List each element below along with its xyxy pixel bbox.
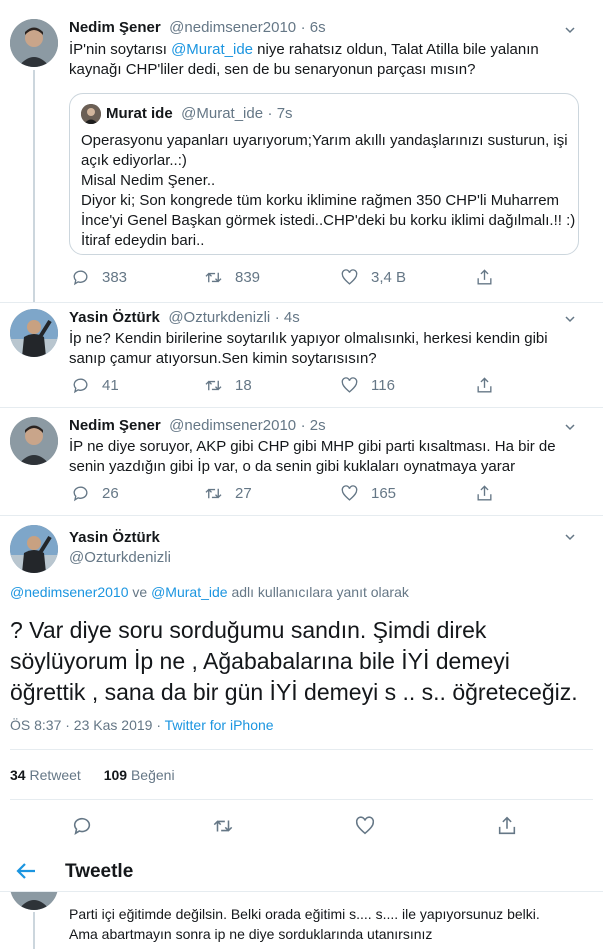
reply-count: 41 [102, 377, 119, 394]
retweet-count: 27 [235, 485, 252, 502]
avatar[interactable] [10, 417, 58, 465]
like-button[interactable]: 3,4 B [340, 268, 406, 287]
chevron-down-icon[interactable] [565, 314, 575, 324]
avatar[interactable] [10, 525, 58, 573]
retweet-button[interactable]: 839 [204, 268, 260, 287]
chevron-down-icon[interactable] [565, 532, 575, 542]
reply-count: 26 [102, 485, 119, 502]
reply-count: 383 [102, 269, 128, 286]
share-icon [477, 269, 492, 285]
quoted-tweet[interactable]: Murat ide @Murat_ide · 7s Operasyonu yap… [69, 93, 579, 255]
share-icon [498, 816, 516, 835]
like-count: 116 [371, 377, 395, 394]
author-name[interactable]: Nedim Şener [69, 19, 161, 36]
author-handle[interactable]: @Ozturkdenizli [168, 309, 270, 326]
reply-icon [73, 817, 91, 835]
divider [0, 302, 603, 303]
reply-button[interactable]: 26 [71, 484, 119, 503]
share-icon [477, 377, 492, 393]
like-button[interactable]: 165 [340, 484, 396, 503]
author-name[interactable]: Yasin Öztürk [69, 529, 160, 546]
share-button[interactable] [496, 815, 518, 837]
reply-button[interactable]: 383 [71, 268, 127, 287]
tweet-text: Parti içi eğitimde değilsin. Belki orada… [69, 906, 540, 942]
like-stat[interactable]: 109 Beğeni [104, 767, 175, 783]
retweet-icon [205, 380, 222, 391]
like-button[interactable] [354, 815, 376, 837]
like-button[interactable]: 116 [340, 376, 395, 395]
mention-link[interactable]: @nedimsener2010 [10, 584, 129, 600]
quote-author-name: Murat ide [106, 105, 173, 122]
reply-icon [73, 486, 88, 502]
quote-avatar [81, 104, 101, 124]
thread-line [33, 70, 35, 302]
back-arrow-icon[interactable] [15, 861, 37, 881]
tweet-text: İP ne diye soruyor, AKP gibi CHP gibi MH… [69, 438, 556, 475]
tweet-text: İp ne? Kendin birilerine soytarılık yapı… [69, 330, 548, 367]
quote-author-handle: @Murat_ide [181, 105, 264, 122]
retweet-icon [213, 820, 233, 832]
retweet-icon [205, 488, 222, 499]
share-button[interactable] [475, 376, 494, 395]
mention-link[interactable]: @Murat_ide [151, 584, 227, 600]
avatar[interactable] [10, 309, 58, 357]
mention-link[interactable]: @Murat_ide [171, 41, 253, 58]
like-count: 165 [371, 485, 397, 502]
author-name[interactable]: Yasin Öztürk [69, 309, 160, 326]
share-button[interactable] [475, 484, 494, 503]
divider [10, 799, 593, 800]
author-handle[interactable]: @Ozturkdenizli [69, 549, 171, 566]
tweet-timestamp: ÖS 8:37 · 23 Kas 2019 · Twitter for iPho… [10, 717, 274, 733]
share-icon [477, 485, 492, 501]
retweet-count: 18 [235, 377, 252, 394]
author-name[interactable]: Nedim Şener [69, 417, 161, 434]
share-button[interactable] [475, 268, 494, 287]
heart-icon [341, 485, 358, 501]
heart-icon [341, 377, 358, 393]
heart-icon [341, 269, 358, 285]
main-tweet-text: ? Var diye soru sorduğumu sandın. Şimdi … [10, 617, 578, 705]
chevron-down-icon[interactable] [565, 422, 575, 432]
divider [10, 749, 593, 750]
divider [0, 407, 603, 408]
tweet-time[interactable]: · 4s [275, 309, 300, 326]
retweet-button[interactable] [212, 815, 234, 837]
like-count: 3,4 B [371, 269, 407, 286]
retweet-button[interactable]: 18 [204, 376, 252, 395]
tweet-time[interactable]: · 2s [301, 417, 326, 434]
quote-time: · 7s [267, 105, 293, 122]
page-title: Tweetle [65, 861, 134, 882]
retweet-button[interactable]: 27 [204, 484, 252, 503]
top-header: Tweetle [0, 851, 603, 891]
retweet-count: 839 [235, 269, 261, 286]
reply-icon [73, 270, 88, 286]
author-handle[interactable]: @nedimsener2010 [169, 417, 296, 434]
quote-text: Operasyonu yapanları uyarıyorum;Yarım ak… [81, 132, 576, 249]
reply-button[interactable] [71, 815, 93, 837]
source-link[interactable]: Twitter for iPhone [165, 717, 274, 733]
retweet-stat[interactable]: 34 Retweet [10, 767, 81, 783]
retweet-icon [205, 272, 222, 283]
tweet-time[interactable]: · 6s [301, 19, 326, 36]
divider [0, 515, 603, 516]
reply-icon [73, 378, 88, 394]
author-handle[interactable]: @nedimsener2010 [169, 19, 296, 36]
tweet-text: İP'nin soytarısı @Murat_ide niye rahatsı… [69, 41, 539, 78]
heart-icon [355, 816, 375, 835]
chevron-down-icon[interactable] [565, 25, 575, 35]
engagement-stats: 34 Retweet 109 Beğeni [10, 767, 175, 783]
replying-to: @nedimsener2010 ve @Murat_ide adlı kulla… [10, 584, 409, 600]
reply-button[interactable]: 41 [71, 376, 119, 395]
avatar[interactable] [10, 19, 58, 67]
thread-line [33, 912, 35, 949]
